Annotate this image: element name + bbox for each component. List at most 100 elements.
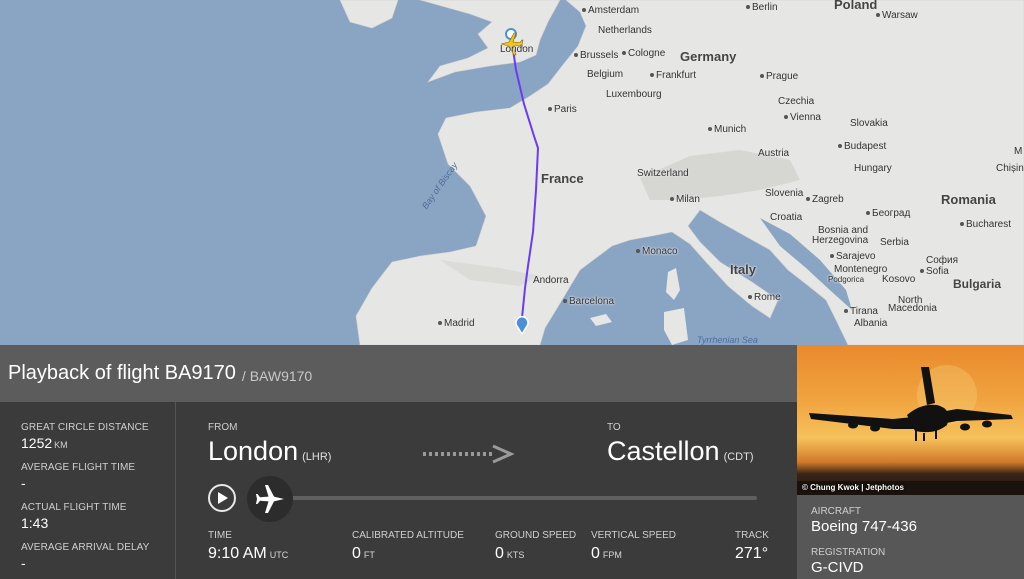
map-label-vienna: Vienna <box>784 112 821 123</box>
map-label-andorra: Andorra <box>533 275 569 286</box>
map-label-barcelona: Barcelona <box>563 296 614 307</box>
page-title: Playback of flight BA9170 <box>8 362 236 384</box>
metric-ground-speed: GROUND SPEED 0 KTS <box>495 530 576 563</box>
timeline-handle[interactable] <box>247 476 293 522</box>
map-label-m: M <box>1014 146 1023 157</box>
origin-code[interactable]: (LHR) <box>302 451 331 463</box>
map-label-hungary: Hungary <box>854 163 892 174</box>
flight-callsign: / BAW9170 <box>241 367 313 384</box>
stat-average-arrival-delay: AVERAGE ARRIVAL DELAY - <box>21 542 175 572</box>
map-label-slovakia: Slovakia <box>850 118 888 129</box>
map-label-poland: Poland <box>834 0 878 12</box>
aircraft-silhouette-image <box>797 365 1024 495</box>
map-label-paris: Paris <box>548 104 577 115</box>
map-label-frankfurt: Frankfurt <box>650 70 696 81</box>
stat-great-circle-distance: GREAT CIRCLE DISTANCE 1252 KM <box>21 422 175 452</box>
aircraft-label: AIRCRAFT <box>811 506 861 517</box>
map-label-slovenia: Slovenia <box>765 188 804 199</box>
map-label-beograd: Београд <box>866 208 910 219</box>
metric-value: 0 <box>495 545 504 562</box>
map-label-netherlands: Netherlands <box>598 25 652 36</box>
from-label: FROM <box>208 422 238 433</box>
map-label-sofia-cyr: София <box>926 255 959 266</box>
map-label-montenegro: Montenegro <box>834 264 888 275</box>
aircraft-panel: © Chung Kwok | Jetphotos AIRCRAFT Boeing… <box>797 345 1024 579</box>
map-label-rome: Rome <box>748 292 781 303</box>
route-arrow-icon <box>423 444 515 464</box>
map-label-berlin: Berlin <box>746 2 778 13</box>
destination-city[interactable]: Castellon <box>607 436 720 466</box>
map-label-austria: Austria <box>758 148 790 159</box>
playback-header: Playback of flight BA9170 / BAW9170 <box>0 345 797 402</box>
origin-city[interactable]: London <box>208 436 298 466</box>
play-button[interactable] <box>208 484 236 512</box>
stat-label: AVERAGE ARRIVAL DELAY <box>21 542 150 553</box>
metric-unit: FT <box>363 550 375 560</box>
metric-label: GROUND SPEED <box>495 530 577 541</box>
aircraft-registration[interactable]: G-CIVD <box>811 559 917 576</box>
map-label-switzerland: Switzerland <box>637 168 689 179</box>
map-label-london: London <box>500 44 534 55</box>
map-label-luxembourg: Luxembourg <box>606 89 662 100</box>
map-label-monaco: Monaco <box>636 246 678 257</box>
flight-stats-panel: GREAT CIRCLE DISTANCE 1252 KM AVERAGE FLI… <box>0 402 176 579</box>
stat-value: - <box>21 555 26 571</box>
stat-label: GREAT CIRCLE DISTANCE <box>21 422 149 433</box>
metric-track: TRACK 271° <box>735 530 769 563</box>
play-icon <box>218 492 228 504</box>
origin-block: FROM London (LHR) <box>208 422 331 467</box>
map-label-herzegovina: Herzegovina <box>812 235 869 246</box>
playback-timeline[interactable] <box>272 496 757 500</box>
destination-block: TO Castellon (CDT) <box>607 422 754 467</box>
map-label-croatia: Croatia <box>770 212 803 223</box>
stat-value: - <box>21 475 26 491</box>
map-label-germany: Germany <box>680 49 737 64</box>
airplane-icon <box>256 485 284 513</box>
map-label-albania: Albania <box>854 318 888 329</box>
map-label-bulgaria: Bulgaria <box>953 277 1002 291</box>
metric-unit: KTS <box>506 550 525 560</box>
aircraft-info: AIRCRAFT Boeing 747-436 REGISTRATION G-C… <box>811 506 917 576</box>
map-label-prague: Prague <box>760 71 798 82</box>
photo-credit[interactable]: © Chung Kwok | Jetphotos <box>802 483 904 492</box>
map-label-warsaw: Warsaw <box>876 10 918 21</box>
map-label-budapest: Budapest <box>838 141 886 152</box>
metric-label: CALIBRATED ALTITUDE <box>352 530 464 541</box>
stat-average-flight-time: AVERAGE FLIGHT TIME - <box>21 462 175 492</box>
metric-label: TIME <box>208 530 232 541</box>
destination-code[interactable]: (CDT) <box>724 451 754 463</box>
map-label-belgium: Belgium <box>587 69 624 80</box>
map-label-tirana: Tirana <box>844 306 878 317</box>
metric-value: 271° <box>735 545 769 562</box>
metric-vertical-speed: VERTICAL SPEED 0 FPM <box>591 530 676 563</box>
flight-map[interactable]: Amsterdam Berlin Poland Warsaw London Ne… <box>0 0 1024 345</box>
stat-actual-flight-time: ACTUAL FLIGHT TIME 1:43 <box>21 502 175 532</box>
to-label: TO <box>607 422 621 433</box>
map-label-sarajevo: Sarajevo <box>830 251 875 262</box>
map-label-amsterdam: Amsterdam <box>582 5 639 16</box>
map-label-bucharest: Bucharest <box>960 219 1011 230</box>
stat-value: 1:43 <box>21 515 49 531</box>
stat-label: AVERAGE FLIGHT TIME <box>21 462 136 473</box>
map-label-czechia: Czechia <box>778 96 815 107</box>
metric-label: VERTICAL SPEED <box>591 530 677 541</box>
map-label-macedonia: Macedonia <box>888 303 937 314</box>
metric-value: 0 <box>352 545 361 562</box>
metric-label: TRACK <box>735 530 769 541</box>
route-panel: FROM London (LHR) TO Castellon (CDT) TIME … <box>177 402 797 579</box>
registration-label: REGISTRATION <box>811 547 886 558</box>
stat-unit: KM <box>54 440 68 450</box>
map-label-munich: Munich <box>708 124 746 135</box>
map-label-kosovo: Kosovo <box>882 274 916 285</box>
stat-label: ACTUAL FLIGHT TIME <box>21 502 127 513</box>
map-label-milan: Milan <box>670 194 700 205</box>
map-label-sofia: Sofia <box>920 266 949 277</box>
map-label-zagreb: Zagreb <box>806 194 844 205</box>
map-label-italy: Italy <box>730 262 757 277</box>
metric-value: 0 <box>591 545 600 562</box>
map-label-cologne: Cologne <box>622 48 665 59</box>
map-label-chisinau: Chișin <box>996 163 1024 174</box>
aircraft-photo[interactable]: © Chung Kwok | Jetphotos <box>797 345 1024 495</box>
map-label-france: France <box>541 171 584 186</box>
metric-unit: UTC <box>269 550 289 560</box>
